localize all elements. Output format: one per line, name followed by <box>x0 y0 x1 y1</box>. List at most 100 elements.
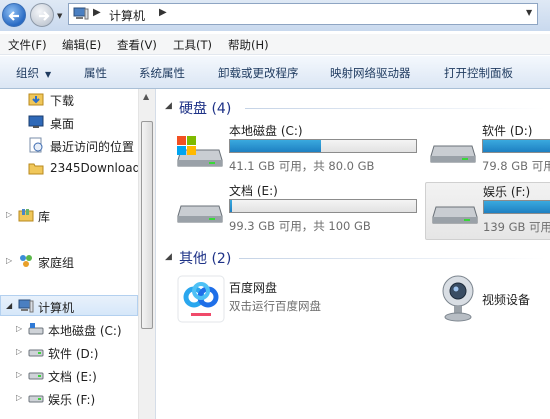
content-pane: ◢ 硬盘 (4) 本地磁盘 (C:) 41.1 GB 可用，共 80.0 GB … <box>157 89 550 419</box>
organize-button[interactable]: 组织 ▼ <box>16 65 51 81</box>
properties-button[interactable]: 属性 <box>84 65 107 81</box>
drive-tile-d[interactable]: 软件 (D:) 79.8 GB 可用 <box>410 122 550 180</box>
item-baidu-netdisk[interactable]: 百度网盘 双击运行百度网盘 <box>157 271 387 327</box>
menu-edit[interactable]: 编辑(E) <box>62 37 101 53</box>
item-video-device[interactable]: 视频设备 <box>432 271 550 327</box>
collapse-group-icon[interactable]: ◢ <box>165 252 172 262</box>
expand-arrow-icon[interactable]: ▷ <box>6 210 12 219</box>
menu-help[interactable]: 帮助(H) <box>228 37 269 53</box>
nav-label: 软件 (D:) <box>48 347 99 361</box>
drive-icon <box>28 395 44 403</box>
nav-label: 最近访问的位置 <box>50 140 135 154</box>
item-name: 百度网盘 <box>229 281 278 295</box>
breadcrumb-computer[interactable]: 计算机 <box>109 7 145 24</box>
nav-label: 2345Downloads <box>50 161 138 175</box>
desktop-icon <box>28 115 44 128</box>
system-drive-icon <box>177 136 223 167</box>
nav-label: 计算机 <box>38 301 75 315</box>
nav-item-2345downloads[interactable]: 2345Downloads <box>0 158 138 178</box>
nav-label: 家庭组 <box>38 256 75 270</box>
scrollbar-thumb[interactable] <box>141 121 153 329</box>
usage-bar-fill <box>483 140 550 152</box>
nav-label: 娱乐 (F:) <box>48 393 96 407</box>
back-arrow-icon <box>8 11 19 21</box>
usage-bar <box>229 139 417 153</box>
computer-icon <box>73 7 89 20</box>
usage-bar <box>482 139 550 153</box>
item-name: 视频设备 <box>482 293 531 307</box>
nav-item-homegroup[interactable]: ▷ 家庭组 <box>0 251 138 271</box>
expand-arrow-icon[interactable]: ▷ <box>16 324 22 333</box>
nav-label: 桌面 <box>50 117 75 131</box>
drive-name: 文档 (E:) <box>229 184 278 198</box>
nav-item-libraries[interactable]: ▷ 库 <box>0 205 138 225</box>
group-header-hard-disks[interactable]: 硬盘 (4) <box>179 98 231 118</box>
map-network-drive-button[interactable]: 映射网络驱动器 <box>330 65 411 81</box>
drive-tile-e[interactable]: 文档 (E:) 99.3 GB 可用，共 100 GB <box>157 182 427 240</box>
nav-item-drive-d[interactable]: ▷ 软件 (D:) <box>0 342 138 362</box>
item-description: 双击运行百度网盘 <box>229 299 321 313</box>
nav-item-drive-f[interactable]: ▷ 娱乐 (F:) <box>0 388 138 408</box>
usage-bar <box>229 199 417 213</box>
usage-bar <box>483 200 550 214</box>
drive-tile-c[interactable]: 本地磁盘 (C:) 41.1 GB 可用，共 80.0 GB <box>157 122 427 180</box>
scroll-up-icon[interactable]: ▲ <box>143 92 149 101</box>
drive-icon <box>177 205 223 223</box>
drive-icon <box>28 349 44 357</box>
menu-tools[interactable]: 工具(T) <box>173 37 212 53</box>
system-drive-icon <box>28 323 44 335</box>
collapse-arrow-icon[interactable]: ◢ <box>6 301 12 310</box>
uninstall-program-button[interactable]: 卸载或更改程序 <box>218 65 299 81</box>
nav-item-drive-c[interactable]: ▷ 本地磁盘 (C:) <box>0 319 138 339</box>
baidu-netdisk-icon <box>177 275 225 323</box>
back-button[interactable] <box>2 3 26 27</box>
drive-icon <box>432 206 478 224</box>
downloads-folder-icon <box>28 93 44 106</box>
drive-size: 139 GB 可用 <box>483 220 550 234</box>
group-header-others[interactable]: 其他 (2) <box>179 248 231 268</box>
nav-label: 下载 <box>50 94 75 108</box>
command-bar: 组织 ▼ 属性 系统属性 卸载或更改程序 映射网络驱动器 打开控制面板 <box>0 56 550 89</box>
nav-label: 本地磁盘 (C:) <box>48 324 122 338</box>
menu-file[interactable]: 文件(F) <box>8 37 47 53</box>
usage-bar-fill <box>484 201 550 213</box>
drive-size: 79.8 GB 可用 <box>482 159 550 173</box>
nav-item-computer[interactable]: ◢ 计算机 <box>0 295 138 316</box>
drive-size: 99.3 GB 可用，共 100 GB <box>229 219 371 233</box>
recent-pages-dropdown-icon[interactable]: ▼ <box>57 12 62 20</box>
nav-scrollbar[interactable]: ▲ <box>138 89 155 419</box>
organize-label: 组织 <box>16 66 39 80</box>
breadcrumb-separator-icon[interactable]: ▶ <box>159 7 167 18</box>
folder-icon <box>28 163 44 175</box>
system-properties-button[interactable]: 系统属性 <box>139 65 185 81</box>
menu-view[interactable]: 查看(V) <box>117 37 157 53</box>
drive-tile-f[interactable]: 娱乐 (F:) 139 GB 可用 <box>425 182 550 240</box>
usage-bar-fill <box>230 200 232 212</box>
nav-label: 文档 (E:) <box>48 370 97 384</box>
usage-bar-fill <box>230 140 322 152</box>
nav-item-desktop[interactable]: 桌面 <box>0 112 138 132</box>
expand-arrow-icon[interactable]: ▷ <box>16 370 22 379</box>
nav-item-drive-e[interactable]: ▷ 文档 (E:) <box>0 365 138 385</box>
nav-label: 库 <box>38 210 51 224</box>
computer-icon <box>18 299 34 313</box>
libraries-icon <box>18 209 34 222</box>
collapse-group-icon[interactable]: ◢ <box>165 101 172 111</box>
nav-item-downloads[interactable]: 下载 <box>0 89 138 109</box>
forward-button[interactable] <box>30 3 54 27</box>
nav-item-recent-places[interactable]: 最近访问的位置 <box>0 135 138 155</box>
menu-bar: 文件(F) 编辑(E) 查看(V) 工具(T) 帮助(H) <box>0 34 550 55</box>
expand-arrow-icon[interactable]: ▷ <box>6 256 12 265</box>
forward-arrow-icon <box>39 11 50 21</box>
address-box[interactable]: ▶ 计算机 ▶ <box>68 3 538 25</box>
open-control-panel-button[interactable]: 打开控制面板 <box>444 65 513 81</box>
breadcrumb-separator-icon[interactable]: ▶ <box>93 7 101 18</box>
expand-arrow-icon[interactable]: ▷ <box>16 347 22 356</box>
drive-icon <box>430 145 476 163</box>
drive-size: 41.1 GB 可用，共 80.0 GB <box>229 159 375 173</box>
chevron-down-icon: ▼ <box>45 70 52 79</box>
expand-arrow-icon[interactable]: ▷ <box>16 393 22 402</box>
recent-places-icon <box>29 137 43 153</box>
address-dropdown-icon[interactable]: ▼ <box>526 8 532 17</box>
address-bar-area: ▼ ▶ 计算机 ▶ ▼ <box>0 0 550 31</box>
